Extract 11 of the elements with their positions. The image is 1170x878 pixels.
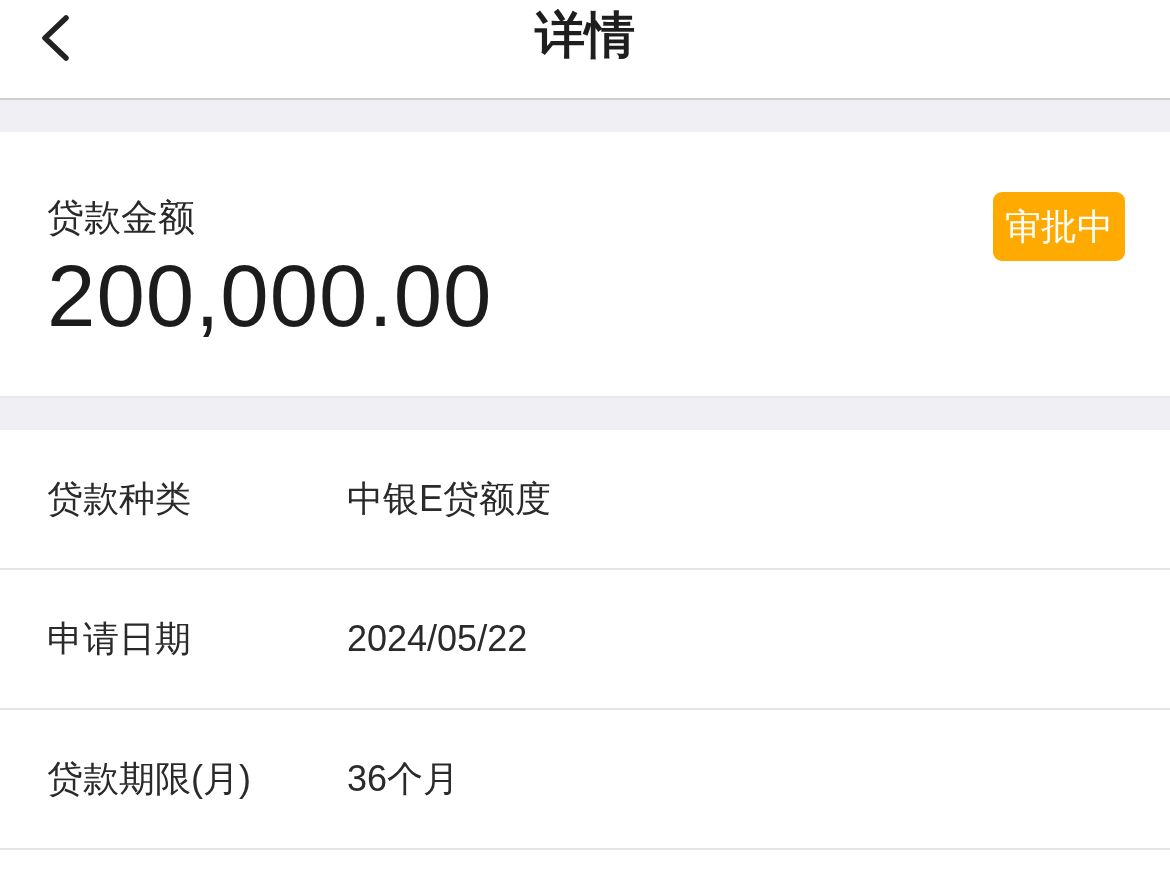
loan-amount: 200,000.00 [47, 250, 493, 342]
detail-label: 贷款期限(月) [47, 756, 251, 801]
chevron-left-icon [40, 15, 70, 61]
amount-label: 贷款金额 [47, 196, 195, 240]
page-title: 详情 [535, 10, 635, 60]
detail-label: 申请日期 [47, 616, 191, 661]
detail-label: 贷款种类 [47, 476, 191, 521]
detail-value: 中银E贷额度 [347, 476, 551, 521]
detail-value: 2024/05/22 [347, 618, 528, 660]
status-tag: 审批中 [993, 192, 1125, 261]
detail-value: 36个月 [347, 756, 460, 801]
